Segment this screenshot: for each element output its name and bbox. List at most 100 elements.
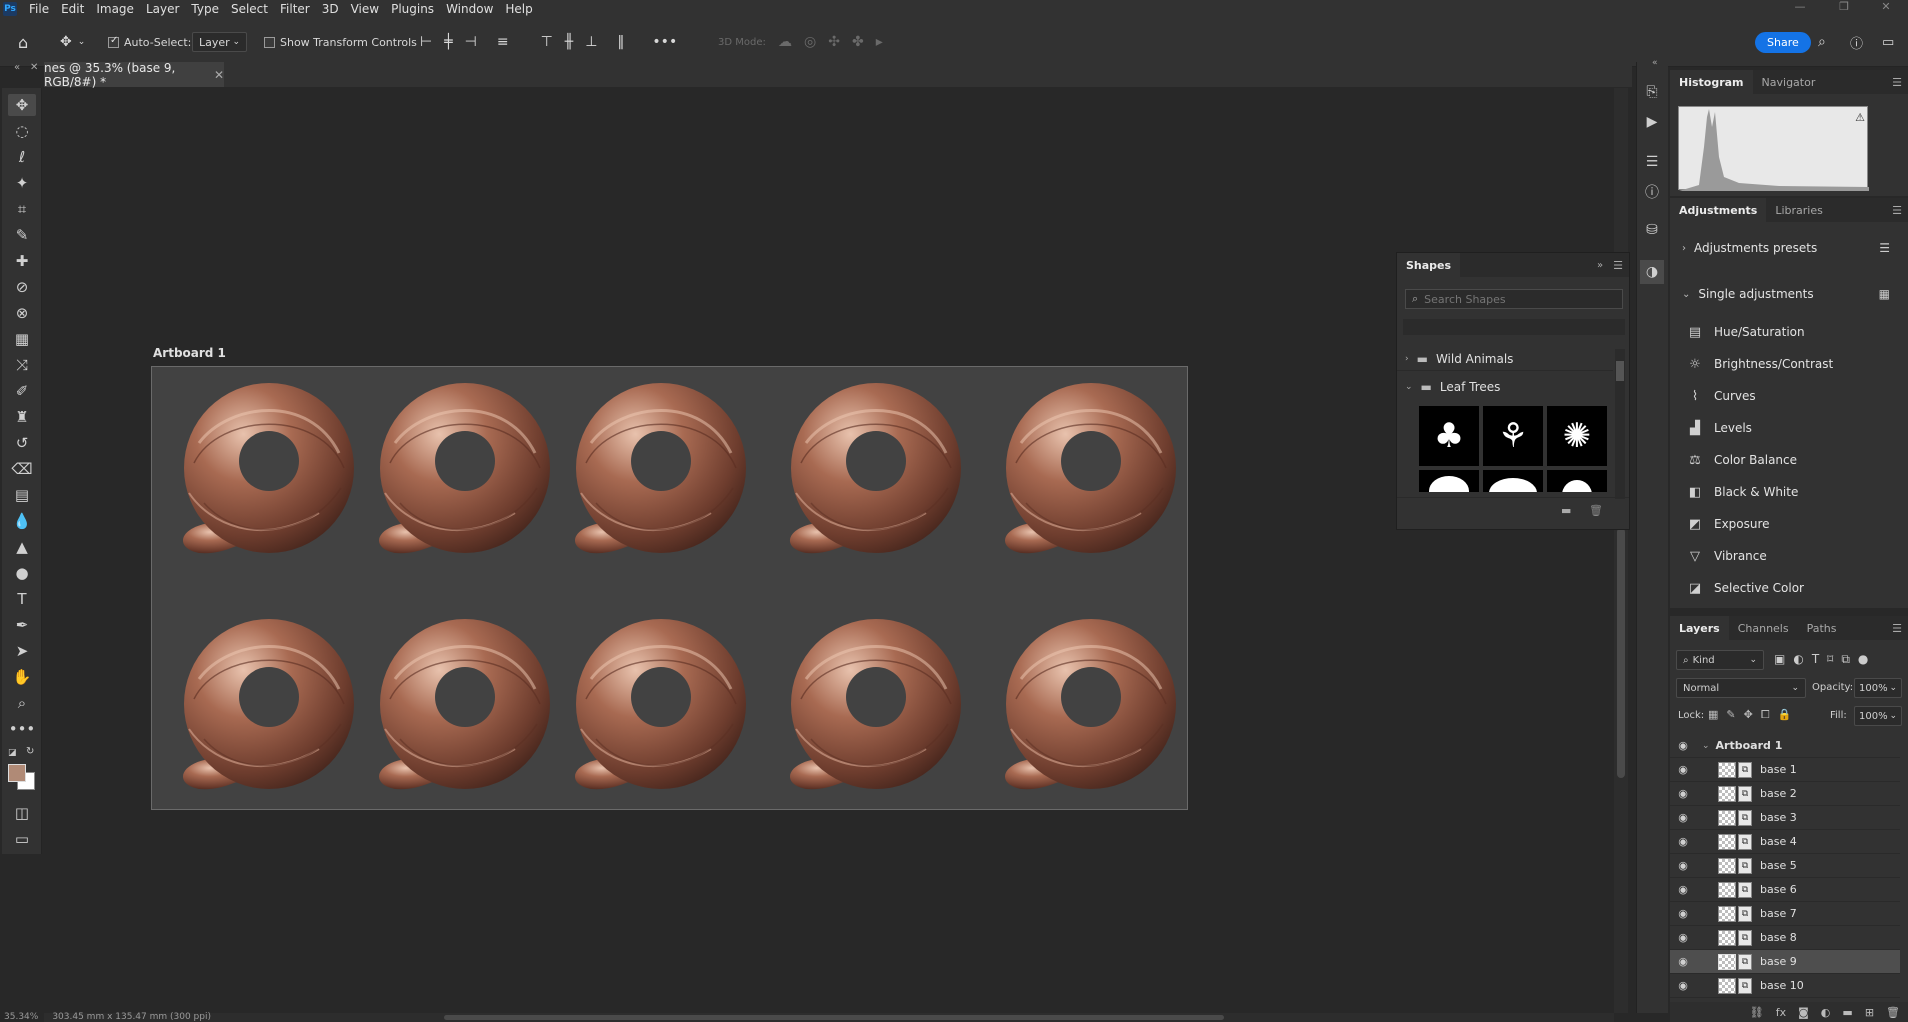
adj-exposure[interactable]: ◩ Exposure (1670, 508, 1900, 540)
eye-icon[interactable]: ◉ (1670, 739, 1696, 752)
adj-color-balance[interactable]: ⚖ Color Balance (1670, 444, 1900, 476)
layer-row-selected[interactable]: ◉ ⧉ base 9 (1670, 950, 1900, 974)
menu-edit[interactable]: Edit (55, 2, 90, 16)
shapes-tab[interactable]: Shapes (1397, 253, 1461, 277)
eye-icon[interactable]: ◉ (1670, 763, 1696, 776)
adj-black-white[interactable]: ◧ Black & White (1670, 476, 1900, 508)
add-mask-icon[interactable]: ◙ (1798, 1006, 1809, 1019)
menu-type[interactable]: Type (185, 2, 225, 16)
eye-icon[interactable]: ◉ (1670, 979, 1696, 992)
3d-pan-icon[interactable]: ✣ (828, 34, 840, 50)
align-left-icon[interactable]: ⊢ (420, 34, 432, 50)
menu-filter[interactable]: Filter (274, 2, 316, 16)
clone-stamp-icon[interactable]: ♜ (8, 406, 36, 428)
path-selection-icon[interactable]: ➤ (8, 640, 36, 662)
filter-pixel-icon[interactable]: ▣ (1774, 652, 1785, 667)
eye-icon[interactable]: ◉ (1670, 787, 1696, 800)
tree-shape-6[interactable] (1547, 470, 1607, 492)
eyedropper-icon[interactable]: ✎ (8, 224, 36, 246)
layers-tab[interactable]: Layers (1670, 616, 1729, 640)
tree-shape-2[interactable]: ⚘ (1483, 406, 1543, 466)
artboard[interactable] (151, 366, 1188, 810)
patch-tool-icon[interactable]: ⊗ (8, 302, 36, 324)
adjustments-presets-row[interactable]: › Adjustments presets ☰ (1670, 232, 1900, 264)
shapes-search[interactable]: ⌕ (1405, 289, 1623, 309)
horizontal-scrollbar-thumb[interactable] (444, 1015, 1224, 1020)
layer-row[interactable]: ◉ ⧉ base 7 (1670, 902, 1900, 926)
paths-tab[interactable]: Paths (1798, 616, 1846, 640)
move-tool-preset-icon[interactable]: ✥ ⌄ (60, 17, 85, 67)
filter-smartobject-icon[interactable]: ⧉ (1841, 652, 1850, 667)
adj-levels[interactable]: ▟ Levels (1670, 412, 1900, 444)
menu-window[interactable]: Window (440, 2, 499, 16)
blur-tool-icon[interactable]: 💧 (8, 510, 36, 532)
delete-layer-icon[interactable]: 🗑 (1886, 1006, 1900, 1019)
horizontal-scrollbar[interactable] (44, 1013, 1614, 1022)
eye-icon[interactable]: ◉ (1670, 955, 1696, 968)
document-tab[interactable]: nes @ 35.3% (base 9, RGB/8#) * ✕ (44, 61, 224, 89)
expand-panels-icon[interactable]: « (1652, 58, 1658, 68)
3d-slide-icon[interactable]: ✤ (852, 34, 864, 50)
lock-all-icon[interactable]: 🔒 (1778, 708, 1792, 722)
screen-mode-icon[interactable]: ▭ (8, 828, 36, 850)
help-icon[interactable]: ⓘ (1850, 17, 1863, 67)
quick-mask-icon[interactable]: ◫ (8, 802, 36, 824)
link-layers-icon[interactable]: ⛓ (1750, 1006, 1764, 1019)
auto-select-target-dropdown[interactable]: Layer ⌄ (192, 32, 247, 52)
channels-tab[interactable]: Channels (1729, 616, 1798, 640)
default-colors-icon[interactable]: ◪ (8, 748, 17, 758)
home-icon[interactable]: ⌂ (18, 17, 28, 67)
layer-row[interactable]: ◉ ⧉ base 8 (1670, 926, 1900, 950)
adjustments-tab[interactable]: Adjustments (1670, 198, 1767, 222)
hair-ring-6[interactable] (169, 609, 359, 799)
bandage-icon[interactable]: ⊘ (8, 276, 36, 298)
single-adjustments-row[interactable]: ⌄ Single adjustments ▦ (1670, 278, 1900, 310)
pattern-icon[interactable]: ▦ (8, 328, 36, 350)
layer-row[interactable]: ◉ ⧉ base 6 (1670, 878, 1900, 902)
eye-icon[interactable]: ◉ (1670, 883, 1696, 896)
history-brush-icon[interactable]: ↺ (8, 432, 36, 454)
fill-field[interactable]: 100% ⌄ (1854, 706, 1902, 726)
align-middle-icon[interactable]: ╫ (565, 34, 573, 50)
panel-menu-icon[interactable]: ☰ (1892, 622, 1902, 635)
align-bottom-icon[interactable]: ⊥ (585, 34, 597, 50)
adj-brightness-contrast[interactable]: ☼ Brightness/Contrast (1670, 348, 1900, 380)
hair-ring-4[interactable] (776, 373, 966, 563)
minimize-icon[interactable]: — (1778, 0, 1822, 17)
menu-3d[interactable]: 3D (316, 2, 345, 16)
distribute-vertical-icon[interactable]: ‖ (617, 34, 624, 50)
panel-menu-icon[interactable]: ☰ (1892, 76, 1902, 89)
eraser-tool-icon[interactable]: ⌫ (8, 458, 36, 480)
properties-icon[interactable]: ☰ (1640, 150, 1664, 174)
vertical-scrollbar[interactable] (1614, 88, 1628, 1013)
hair-ring-8[interactable] (561, 609, 751, 799)
new-group-icon[interactable]: ▬ (1842, 1006, 1852, 1019)
lock-pixels-icon[interactable]: ✎ (1726, 708, 1735, 722)
share-button[interactable]: Share (1755, 31, 1811, 53)
lock-artboard-icon[interactable]: ⧠ (1761, 708, 1770, 722)
layer-row[interactable]: ◉ ⧉ base 3 (1670, 806, 1900, 830)
move-tool-icon[interactable]: ✥ (8, 94, 36, 116)
new-group-icon[interactable]: ▬ (1561, 504, 1571, 517)
blend-mode-dropdown[interactable]: Normal ⌄ (1676, 678, 1806, 698)
align-top-icon[interactable]: ⊤ (541, 34, 553, 50)
clone-source-icon[interactable]: ⛁ (1640, 218, 1664, 242)
shapes-scrollbar[interactable] (1615, 349, 1625, 499)
content-aware-move-icon[interactable]: ⤨ (8, 354, 36, 376)
hair-ring-5[interactable] (991, 373, 1181, 563)
menu-view[interactable]: View (345, 2, 385, 16)
tree-shape-1[interactable]: ♣ (1419, 406, 1479, 466)
new-layer-icon[interactable]: ⊞ (1865, 1006, 1874, 1019)
dodge-tool-icon[interactable]: ● (8, 562, 36, 584)
align-right-icon[interactable]: ⊣ (465, 34, 477, 50)
panel-menu-icon[interactable]: ☰ (1892, 204, 1902, 217)
menu-layer[interactable]: Layer (140, 2, 185, 16)
close-tab-icon[interactable]: ✕ (214, 68, 224, 82)
layer-group-artboard[interactable]: ◉ ⌄ Artboard 1 (1670, 734, 1900, 758)
hair-ring-10[interactable] (991, 609, 1181, 799)
eye-icon[interactable]: ◉ (1670, 907, 1696, 920)
layer-filter-dropdown[interactable]: ⌕ Kind ⌄ (1676, 650, 1764, 670)
3d-roll-icon[interactable]: ◎ (804, 34, 816, 50)
eye-icon[interactable]: ◉ (1670, 931, 1696, 944)
layer-row[interactable]: ◉ ⧉ base 10 (1670, 974, 1900, 998)
